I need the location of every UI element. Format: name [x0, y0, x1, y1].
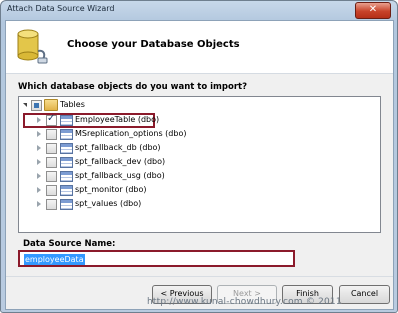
item-checkbox[interactable] — [46, 143, 57, 154]
title-bar[interactable]: Attach Data Source Wizard ✕ — [1, 1, 397, 20]
database-icon — [17, 29, 48, 64]
footer-divider — [6, 276, 393, 277]
wizard-window: Attach Data Source Wizard ✕ Choose your … — [0, 0, 398, 313]
page-title: Choose your Database Objects — [67, 39, 240, 50]
watermark-text: http://www.kunal-chowdhury.com © 2011 — [147, 297, 342, 307]
cancel-button[interactable]: Cancel — [339, 285, 390, 304]
data-source-name-value[interactable]: employeeData — [24, 254, 85, 265]
table-icon — [60, 115, 73, 126]
tree-item-spt-fallback-dev[interactable]: spt_fallback_dev (dbo) — [37, 156, 237, 169]
tree-item-employee-table[interactable]: ✓ EmployeeTable (dbo) — [37, 113, 160, 127]
tree-item-label: EmployeeTable (dbo) — [75, 115, 160, 124]
table-icon — [60, 199, 73, 210]
expand-arrow-icon[interactable] — [37, 159, 41, 165]
tree-item-spt-fallback-db[interactable]: spt_fallback_db (dbo) — [37, 142, 237, 155]
tree-node-tables[interactable]: Tables — [23, 99, 143, 112]
table-icon — [60, 143, 73, 154]
database-objects-tree[interactable]: Tables ✓ EmployeeTable (dbo) MSreplicati… — [18, 96, 381, 233]
close-button[interactable]: ✕ — [355, 2, 391, 19]
expand-arrow-icon[interactable] — [37, 201, 41, 207]
data-source-name-label: Data Source Name: — [23, 239, 116, 249]
expand-arrow-icon[interactable] — [37, 173, 41, 179]
tree-item-msreplication-options[interactable]: MSreplication_options (dbo) — [37, 128, 237, 141]
expand-arrow-icon[interactable] — [37, 131, 41, 137]
tables-checkbox[interactable] — [31, 100, 42, 111]
table-icon — [60, 129, 73, 140]
tables-folder-icon — [44, 99, 58, 111]
tree-item-label: spt_values (dbo) — [75, 199, 142, 208]
item-checkbox[interactable] — [46, 171, 57, 182]
expand-arrow-icon[interactable] — [37, 117, 41, 123]
item-checkbox[interactable] — [46, 199, 57, 210]
tree-item-spt-values[interactable]: spt_values (dbo) — [37, 198, 237, 211]
tree-item-spt-monitor[interactable]: spt_monitor (dbo) — [37, 184, 237, 197]
expand-arrow-icon[interactable] — [23, 103, 27, 107]
check-mark-icon: ✓ — [47, 113, 56, 124]
table-icon — [60, 157, 73, 168]
tree-item-label: spt_fallback_db (dbo) — [75, 143, 161, 152]
table-icon — [60, 185, 73, 196]
employee-table-checkbox[interactable]: ✓ — [46, 113, 57, 126]
tree-item-spt-fallback-usg[interactable]: spt_fallback_usg (dbo) — [37, 170, 237, 183]
objects-question-label: Which database objects do you want to im… — [18, 82, 248, 92]
window-title: Attach Data Source Wizard — [7, 4, 115, 13]
expand-arrow-icon[interactable] — [37, 145, 41, 151]
tree-item-label: spt_fallback_usg (dbo) — [75, 171, 165, 180]
wizard-body: Choose your Database Objects Which datab… — [5, 20, 394, 310]
table-icon — [60, 171, 73, 182]
wizard-header: Choose your Database Objects — [6, 21, 393, 74]
data-source-name-input[interactable]: employeeData — [18, 250, 295, 267]
tree-item-label: spt_monitor (dbo) — [75, 185, 147, 194]
tree-node-label: Tables — [60, 100, 85, 109]
item-checkbox[interactable] — [46, 185, 57, 196]
tree-item-label: spt_fallback_dev (dbo) — [75, 157, 166, 166]
item-checkbox[interactable] — [46, 157, 57, 168]
tree-item-label: MSreplication_options (dbo) — [75, 129, 187, 138]
item-checkbox[interactable] — [46, 129, 57, 140]
expand-arrow-icon[interactable] — [37, 187, 41, 193]
